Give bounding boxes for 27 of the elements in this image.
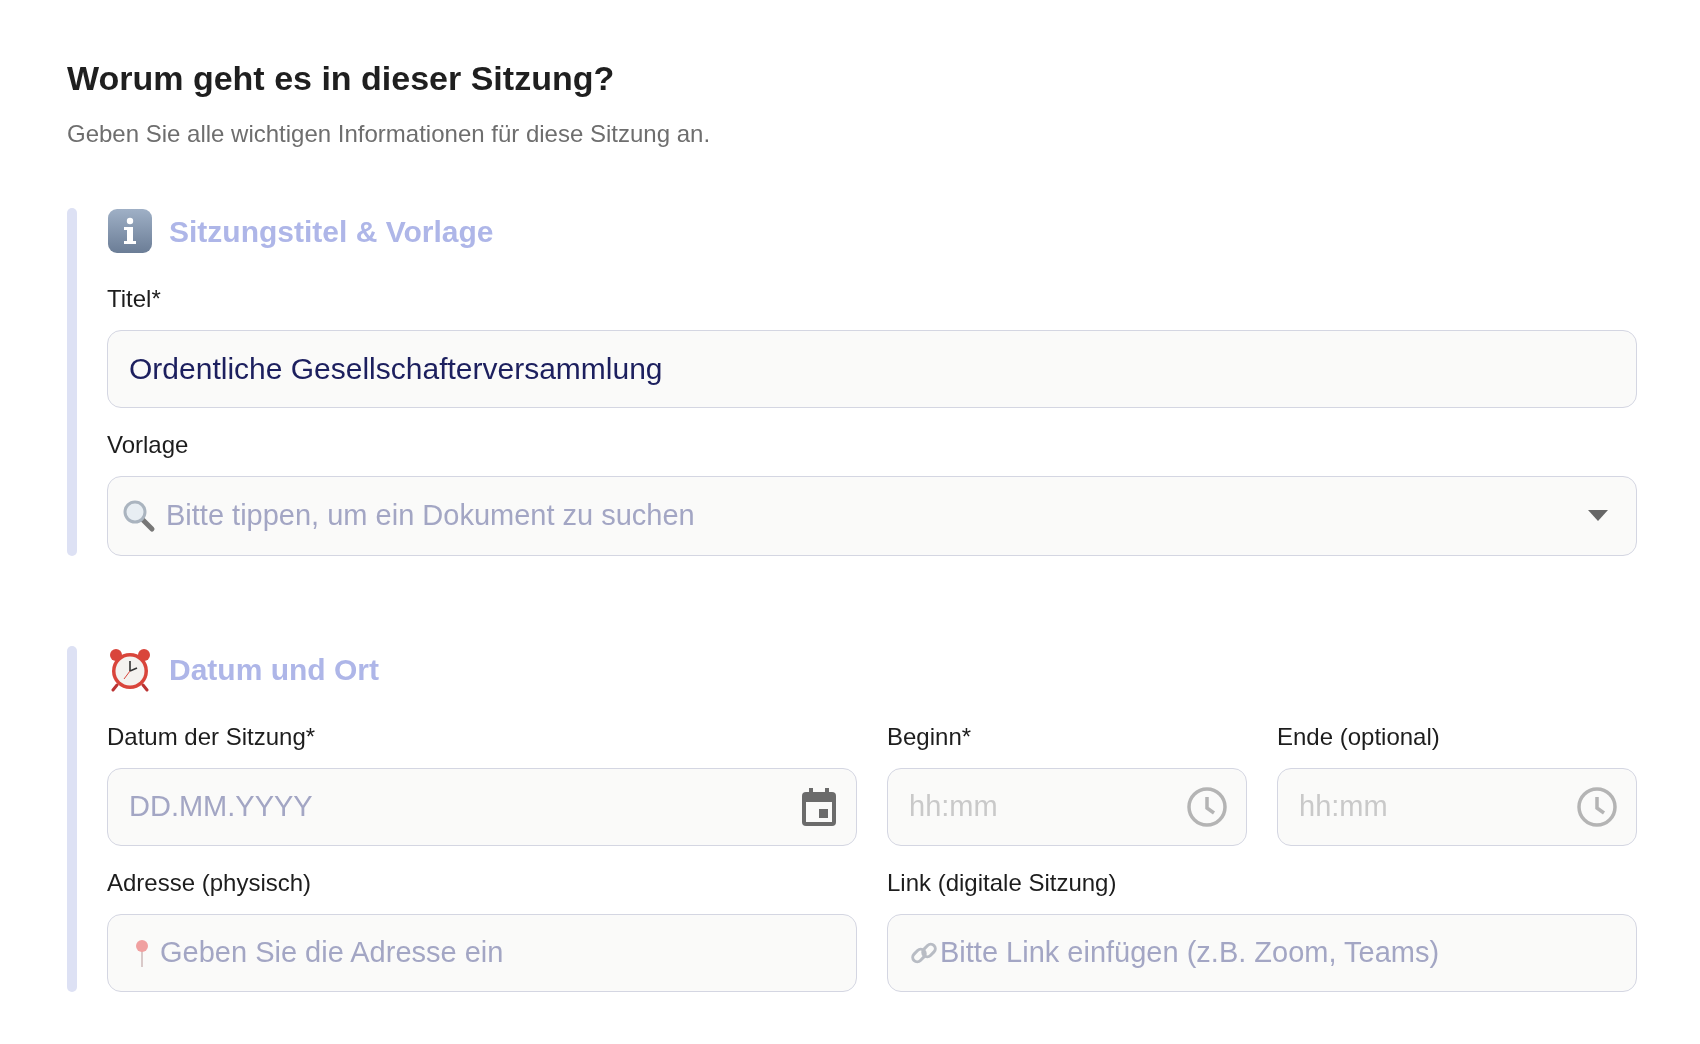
title-input[interactable]: Ordentliche Gesellschafterversammlung	[107, 330, 1637, 408]
section-heading: Datum und Ort	[169, 651, 379, 688]
dropdown-caret-icon	[1588, 510, 1608, 522]
date-input[interactable]: DD.MM.YYYY	[107, 768, 857, 846]
date-text-input[interactable]: DD.MM.YYYY	[129, 785, 800, 829]
link-input[interactable]: Bitte Link einfügen (z.B. Zoom, Teams)	[887, 914, 1637, 992]
search-icon	[122, 499, 156, 533]
clock-icon	[1186, 786, 1228, 828]
field-label: Titel*	[107, 284, 161, 314]
clock-icon	[1576, 786, 1618, 828]
page-title: Worum geht es in dieser Sitzung?	[67, 58, 616, 99]
field-label: Vorlage	[107, 430, 189, 460]
field-label: Adresse (physisch)	[107, 868, 312, 898]
field-label: Datum der Sitzung*	[107, 722, 316, 752]
field-label: Ende (optional)	[1277, 722, 1440, 752]
info-icon	[107, 208, 153, 254]
alarm-clock-icon	[107, 646, 153, 692]
link-text-input[interactable]: Bitte Link einfügen (z.B. Zoom, Teams)	[940, 931, 1618, 975]
address-text-input[interactable]: Geben Sie die Adresse ein	[160, 931, 838, 975]
section-heading: Sitzungstitel & Vorlage	[169, 213, 494, 250]
address-input[interactable]: Geben Sie die Adresse ein	[107, 914, 857, 992]
calendar-icon	[800, 787, 838, 827]
template-select[interactable]: Bitte tippen, um ein Dokument zu suchen	[107, 476, 1637, 556]
page-subtitle: Geben Sie alle wichtigen Informationen für diese Sitzung an.	[67, 119, 712, 149]
field-label: Link (digitale Sitzung)	[887, 868, 1117, 898]
search-input[interactable]: Bitte tippen, um ein Dokument zu suchen	[166, 494, 1578, 538]
field-label: Beginn*	[887, 722, 972, 752]
